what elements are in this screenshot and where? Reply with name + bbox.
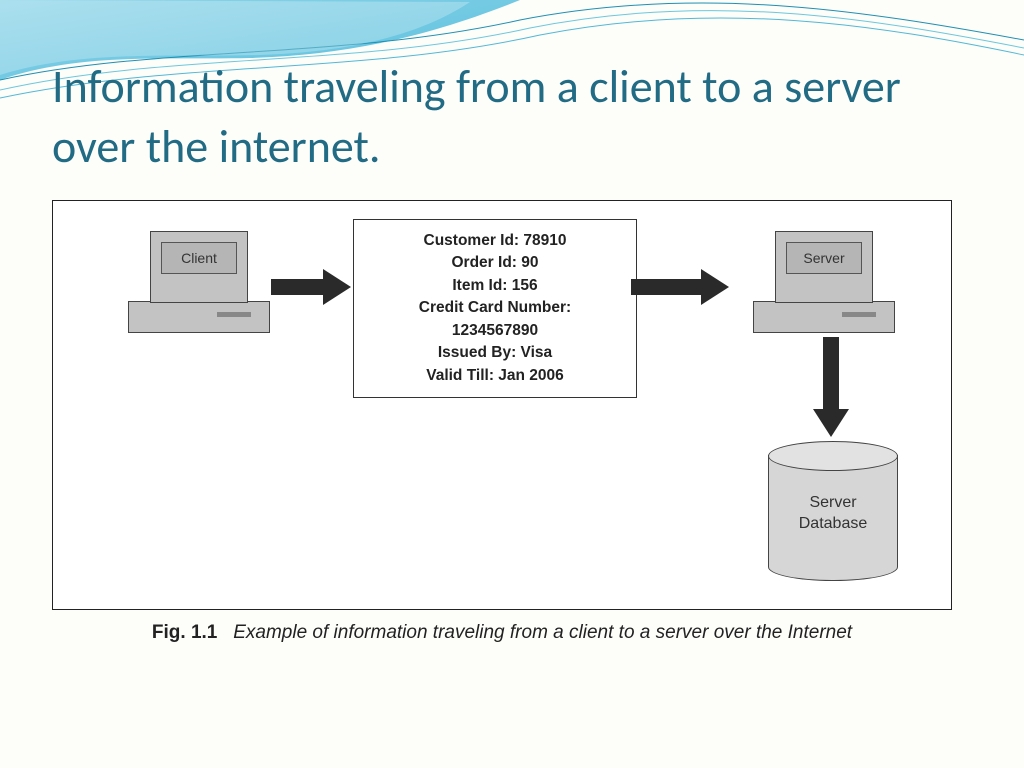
payload-order-id: Order Id: 90 (360, 252, 630, 274)
arrow-client-to-payload (271, 269, 351, 305)
payload-box: Customer Id: 78910 Order Id: 90 Item Id:… (353, 219, 637, 398)
payload-cc-label: Credit Card Number: (360, 297, 630, 319)
payload-cc-number: 1234567890 (360, 320, 630, 342)
figure-caption-text: Example of information traveling from a … (233, 622, 852, 643)
figure-frame: Client Customer Id: 78910 Order Id: 90 I… (52, 200, 952, 610)
figure-caption-label: Fig. 1.1 (152, 622, 217, 643)
database-icon: Server Database (768, 441, 898, 581)
server-label: Server (786, 242, 862, 274)
database-label-line2: Database (799, 515, 868, 532)
slide-title: Information traveling from a client to a… (52, 58, 972, 178)
payload-valid-till: Valid Till: Jan 2006 (360, 365, 630, 387)
client-label: Client (161, 242, 237, 274)
client-computer-icon: Client (128, 231, 270, 333)
arrow-payload-to-server (631, 269, 731, 305)
server-computer-icon: Server (753, 231, 895, 333)
database-label-line1: Server (809, 494, 856, 511)
payload-item-id: Item Id: 156 (360, 275, 630, 297)
figure-caption: Fig. 1.1 Example of information travelin… (52, 622, 952, 644)
arrow-server-to-database (813, 337, 849, 437)
payload-customer-id: Customer Id: 78910 (360, 230, 630, 252)
payload-issued-by: Issued By: Visa (360, 342, 630, 364)
